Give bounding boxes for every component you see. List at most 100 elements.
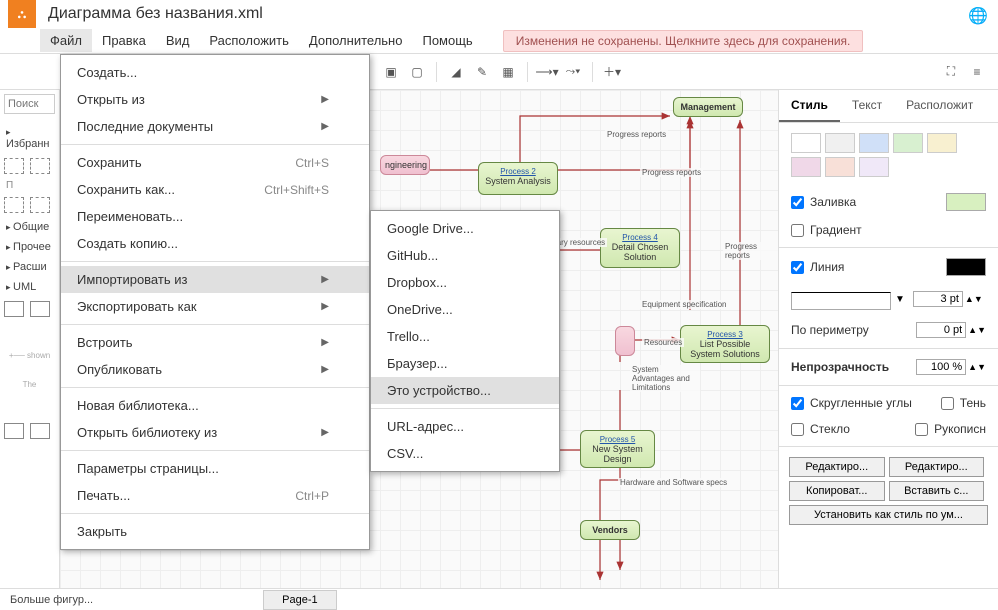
opacity[interactable] (916, 359, 966, 375)
rounded-checkbox[interactable] (791, 397, 804, 410)
menu-item[interactable]: Печать...Ctrl+P (61, 482, 369, 509)
line-checkbox[interactable] (791, 261, 804, 274)
node-process5[interactable]: Process 5New System Design (580, 430, 655, 468)
node-process4[interactable]: Process 4Detail Chosen Solution (600, 228, 680, 268)
submenu-item[interactable]: URL-адрес... (371, 413, 559, 440)
cat-adv[interactable]: Расши (4, 257, 55, 277)
menu-arrange[interactable]: Расположить (199, 29, 298, 52)
cat-uml[interactable]: UML (4, 277, 55, 297)
save-hint[interactable]: Изменения не сохранены. Щелкните здесь д… (503, 30, 864, 52)
node-connector[interactable] (615, 326, 635, 356)
node-engineering[interactable]: ngineering (380, 155, 430, 175)
format-panel: Стиль Текст Расположит Заливка Градиент … (778, 90, 998, 588)
menu-item[interactable]: СохранитьCtrl+S (61, 149, 369, 176)
swatch[interactable] (859, 133, 889, 153)
shape-template[interactable] (30, 423, 50, 439)
tofront-icon[interactable]: ▣ (380, 61, 402, 83)
swatch[interactable] (893, 133, 923, 153)
format-icon[interactable]: ≡ (966, 61, 988, 83)
submenu-item[interactable]: Google Drive... (371, 215, 559, 242)
menu-edit[interactable]: Правка (92, 29, 156, 52)
swatch[interactable] (825, 133, 855, 153)
menu-help[interactable]: Помощь (412, 29, 482, 52)
node-process2[interactable]: Process 2System Analysis (478, 162, 558, 195)
shape-template[interactable] (4, 423, 24, 439)
fill-color[interactable] (946, 193, 986, 211)
copy-style-button[interactable]: Копироват... (789, 481, 885, 501)
menu-item[interactable]: Экспортировать как▶ (61, 293, 369, 320)
node-vendors[interactable]: Vendors (580, 520, 640, 540)
linecolor-icon[interactable]: ✎ (471, 61, 493, 83)
submenu-item[interactable]: Trello... (371, 323, 559, 350)
fill-checkbox[interactable] (791, 196, 804, 209)
globe-icon[interactable]: 🌐 (968, 6, 988, 26)
more-shapes[interactable]: Больше фигур... (0, 594, 103, 606)
menu-item[interactable]: Переименовать... (61, 203, 369, 230)
menu-extras[interactable]: Дополнительно (299, 29, 413, 52)
submenu-item[interactable]: Dropbox... (371, 269, 559, 296)
glass-checkbox[interactable] (791, 423, 804, 436)
swatch[interactable] (791, 157, 821, 177)
submenu-item[interactable]: GitHub... (371, 242, 559, 269)
menu-item[interactable]: Параметры страницы... (61, 455, 369, 482)
swatch[interactable] (859, 157, 889, 177)
perimeter[interactable] (916, 322, 966, 338)
menubar: Файл Правка Вид Расположить Дополнительн… (0, 28, 998, 54)
fullscreen-icon[interactable]: ⛶ (940, 61, 962, 83)
node-process3[interactable]: Process 3List Possible System Solutions (680, 325, 770, 363)
line-color[interactable] (946, 258, 986, 276)
line-width[interactable] (913, 291, 963, 307)
menu-item[interactable]: Закрыть (61, 518, 369, 545)
submenu-item[interactable]: Это устройство... (371, 377, 559, 404)
waypoints-icon[interactable]: ⤳▾ (562, 61, 584, 83)
menu-item[interactable]: Открыть библиотеку из▶ (61, 419, 369, 446)
gradient-checkbox[interactable] (791, 224, 804, 237)
cat-common[interactable]: Общие (4, 217, 55, 237)
document-title[interactable]: Диаграмма без названия.xml (48, 5, 263, 23)
cat-misc[interactable]: Прочее (4, 237, 55, 257)
menu-item[interactable]: Опубликовать▶ (61, 356, 369, 383)
add-icon[interactable]: ＋▾ (601, 61, 623, 83)
submenu-item[interactable]: Браузер... (371, 350, 559, 377)
menu-item[interactable]: Сохранить как...Ctrl+Shift+S (61, 176, 369, 203)
edit-style-button[interactable]: Редактиро... (789, 457, 885, 477)
menu-view[interactable]: Вид (156, 29, 200, 52)
menu-item[interactable]: Импортировать из▶ (61, 266, 369, 293)
submenu-item[interactable]: CSV... (371, 440, 559, 467)
edit-button2[interactable]: Редактиро... (889, 457, 985, 477)
label-progress1: Progress reports (605, 130, 668, 139)
label-progress3: Progress reports (723, 242, 778, 260)
label-equipment: Equipment specification (640, 300, 729, 309)
menu-item[interactable]: Последние документы▶ (61, 113, 369, 140)
connection-icon[interactable]: ⟶▾ (536, 61, 558, 83)
shadow-checkbox[interactable] (941, 397, 954, 410)
set-default-button[interactable]: Установить как стиль по ум... (789, 505, 988, 525)
shape-template[interactable] (4, 301, 24, 317)
shadow-icon[interactable]: ▦ (497, 61, 519, 83)
menu-item[interactable]: Встроить▶ (61, 329, 369, 356)
page-tab[interactable]: Page-1 (263, 590, 336, 610)
swatch[interactable] (825, 157, 855, 177)
menu-file[interactable]: Файл (40, 29, 92, 52)
tab-style[interactable]: Стиль (779, 90, 840, 122)
menu-item[interactable]: Открыть из▶ (61, 86, 369, 113)
swatch[interactable] (791, 133, 821, 153)
submenu-item[interactable]: OneDrive... (371, 296, 559, 323)
node-management[interactable]: Management (673, 97, 743, 117)
tab-arrange[interactable]: Расположит (894, 90, 985, 122)
tab-text[interactable]: Текст (840, 90, 894, 122)
search-input[interactable] (4, 94, 55, 114)
sketch-checkbox[interactable] (915, 423, 928, 436)
line-style-select[interactable] (791, 292, 891, 310)
paste-style-button[interactable]: Вставить с... (889, 481, 985, 501)
color-swatches (779, 123, 998, 187)
shape-template[interactable] (30, 301, 50, 317)
menu-item[interactable]: Новая библиотека... (61, 392, 369, 419)
label-progress2: Progress reports (640, 168, 703, 177)
toback-icon[interactable]: ▢ (406, 61, 428, 83)
menu-item[interactable]: Создать... (61, 59, 369, 86)
cat-fav[interactable]: Избранн (4, 122, 55, 154)
menu-item[interactable]: Создать копию... (61, 230, 369, 257)
swatch[interactable] (927, 133, 957, 153)
fillcolor-icon[interactable]: ◢ (445, 61, 467, 83)
